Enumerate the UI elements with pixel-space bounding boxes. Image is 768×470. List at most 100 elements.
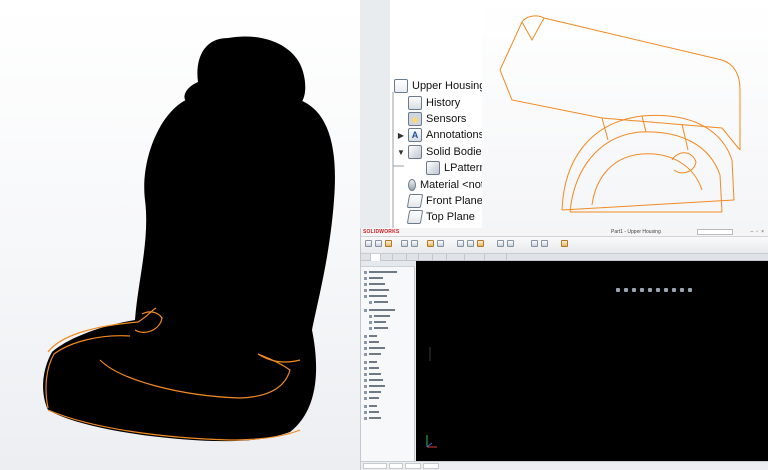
sensor-icon — [408, 112, 422, 126]
mini-tree-row[interactable] — [364, 352, 381, 356]
mini-tree-row[interactable] — [364, 404, 377, 408]
feature-manager-panel — [361, 261, 415, 461]
tab-simulation[interactable] — [447, 254, 465, 261]
tree-item-label: Material <not — [420, 179, 484, 191]
mini-tree-row[interactable] — [364, 416, 381, 420]
mini-tree-row[interactable] — [364, 378, 383, 382]
mini-tree-row[interactable] — [364, 334, 377, 338]
seat-body — [43, 93, 335, 442]
fillet-icon[interactable] — [427, 240, 434, 247]
expand-arrow-icon[interactable]: ▶ — [396, 131, 406, 140]
mini-tree-row[interactable] — [369, 314, 390, 318]
mini-tree-row[interactable] — [364, 294, 387, 298]
mini-tree-row[interactable] — [364, 270, 397, 274]
part-icon — [394, 79, 408, 93]
mini-tree-row[interactable] — [364, 366, 379, 370]
tree-item-label: Top Plane — [426, 211, 475, 223]
tree-item-annotations[interactable]: ▶ A Annotations — [396, 126, 484, 144]
pattern-body-icon — [426, 161, 440, 175]
instant3d-icon[interactable] — [561, 240, 568, 247]
title-bar: SOLIDWORKS Part1 - Upper Housing –▫× — [361, 228, 768, 237]
tree-item-label: Annotations — [426, 129, 485, 141]
pattern-icon[interactable] — [437, 240, 444, 247]
solidworks-window: SOLIDWORKS Part1 - Upper Housing –▫× — [360, 228, 768, 470]
mini-tree-row[interactable] — [364, 372, 381, 376]
mini-tree-row[interactable] — [364, 308, 395, 312]
tab-model[interactable] — [363, 463, 387, 469]
wrap-icon[interactable] — [497, 240, 504, 247]
feature-manager-tabs[interactable] — [361, 261, 415, 267]
solidworks-logo: SOLIDWORKS — [363, 229, 400, 235]
mini-tree-row[interactable] — [364, 384, 385, 388]
extrude-cut-icon[interactable] — [401, 240, 408, 247]
shell-icon[interactable] — [477, 240, 484, 247]
command-manager-toolbar — [361, 237, 768, 254]
mini-tree-row[interactable] — [364, 276, 383, 280]
screenshot-collage: Upper Housing (De History Sensors ▶ A An… — [0, 0, 768, 470]
wire-outer-arch — [561, 114, 735, 211]
tab-surfaces[interactable] — [381, 254, 393, 261]
feature-manager-tree-zoom: Upper Housing (De History Sensors ▶ A An… — [360, 0, 506, 230]
tree-item-top-plane[interactable]: Top Plane — [406, 208, 475, 226]
rib-icon[interactable] — [457, 240, 464, 247]
draft-icon[interactable] — [467, 240, 474, 247]
plane-icon — [406, 194, 424, 208]
wire-top-front-edge — [499, 69, 741, 151]
search-input[interactable] — [697, 229, 733, 235]
revolve-boss-icon[interactable] — [375, 240, 382, 247]
reference-geometry-icon[interactable] — [531, 240, 538, 247]
wireframe-part-viewport[interactable] — [482, 0, 768, 230]
wire-top-back-edge — [521, 17, 545, 42]
tab-features[interactable] — [361, 254, 371, 261]
tab-sketch[interactable] — [371, 254, 381, 261]
seat-model-graphic — [43, 36, 335, 442]
annotation-icon: A — [408, 128, 422, 142]
tree-item-label: History — [426, 97, 461, 109]
tab-sheet-metal[interactable] — [393, 254, 407, 261]
mini-tree-row[interactable] — [369, 326, 388, 330]
curves-icon[interactable] — [541, 240, 548, 247]
plane-icon — [406, 210, 424, 224]
wire-inner-arch-2 — [591, 153, 703, 206]
tab-addins[interactable] — [433, 254, 447, 261]
seat-model-viewport[interactable] — [0, 0, 360, 470]
window-controls[interactable]: –▫× — [751, 229, 767, 235]
wireframe-part-graphic — [499, 15, 741, 213]
status-bar — [361, 461, 768, 470]
graphics-area[interactable] — [416, 261, 768, 461]
tree-item-label: Sensors — [426, 113, 467, 125]
mini-tree-row[interactable] — [364, 390, 381, 394]
collapse-arrow-icon[interactable]: ▼ — [396, 148, 406, 157]
history-icon — [408, 96, 422, 110]
command-manager-tabs — [361, 254, 768, 261]
mini-tree-row[interactable] — [364, 282, 385, 286]
solid-bodies-icon — [408, 145, 422, 159]
wire-base-edge — [561, 199, 735, 213]
tree-item-label: Front Plane — [426, 195, 483, 207]
tab-motion-study[interactable] — [405, 463, 421, 469]
tab-3d-views[interactable] — [389, 463, 403, 469]
graphics-border — [429, 347, 431, 361]
wire-top-surface — [499, 15, 741, 150]
mini-tree-row[interactable] — [364, 360, 377, 364]
mini-tree-row[interactable] — [364, 288, 389, 292]
tab-mbd[interactable] — [419, 254, 433, 261]
intersect-icon[interactable] — [507, 240, 514, 247]
view-triad-icon — [426, 435, 437, 448]
mini-tree-row[interactable] — [364, 396, 379, 400]
mini-tree-row[interactable] — [364, 410, 379, 414]
mini-tree-row[interactable] — [369, 300, 388, 304]
sweep-icon[interactable] — [385, 240, 392, 247]
extrude-boss-icon[interactable] — [365, 240, 372, 247]
mini-tree-row[interactable] — [369, 320, 386, 324]
tab-markup[interactable] — [465, 254, 485, 261]
material-icon — [408, 179, 416, 191]
tab-motion-study-2[interactable] — [423, 463, 439, 469]
tab-pdm[interactable] — [485, 254, 507, 261]
tab-evaluate[interactable] — [407, 254, 419, 261]
mini-tree-row[interactable] — [364, 340, 379, 344]
hole-wizard-icon[interactable] — [411, 240, 418, 247]
mini-tree-row[interactable] — [364, 346, 385, 350]
wire-small-feature — [671, 152, 697, 174]
window-title: Part1 - Upper Housing — [611, 229, 661, 235]
